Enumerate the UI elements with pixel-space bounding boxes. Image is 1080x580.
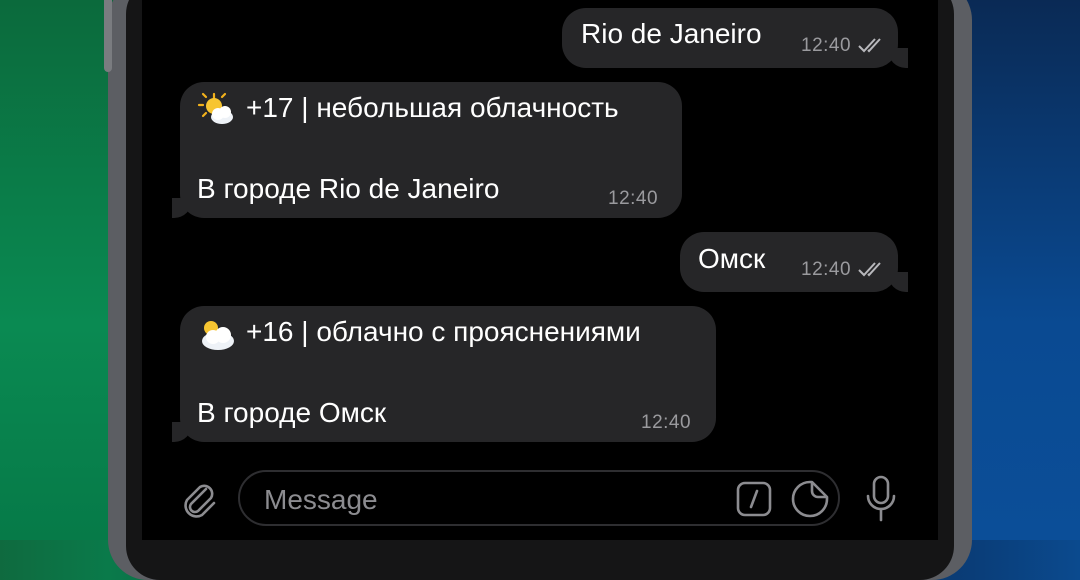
sun-behind-cloud-icon bbox=[197, 92, 233, 124]
sun-behind-large-cloud-icon bbox=[202, 321, 234, 350]
city-line: В городе Rio de Janeiro bbox=[197, 173, 500, 204]
background-right bbox=[960, 0, 1080, 540]
message-time: 12:40 bbox=[801, 259, 852, 280]
city-line: В городе Омск bbox=[197, 397, 387, 428]
weather-summary: +16 | облачно с прояснениями bbox=[246, 316, 641, 347]
background-left bbox=[0, 0, 120, 540]
weather-summary: +17 | небольшая облачность bbox=[246, 92, 619, 123]
message-text: Rio de Janeiro bbox=[581, 18, 762, 49]
message-text: Омск bbox=[698, 243, 766, 274]
message-time: 12:40 bbox=[801, 35, 852, 56]
sticker-icon[interactable] bbox=[790, 479, 830, 519]
bot-command-icon[interactable] bbox=[735, 480, 773, 518]
message-time: 12:40 bbox=[641, 412, 692, 433]
message-placeholder: Message bbox=[264, 484, 378, 515]
read-checks-icon bbox=[858, 38, 881, 53]
paperclip-icon[interactable] bbox=[176, 476, 222, 522]
read-checks-icon bbox=[858, 262, 881, 277]
phone-side-button bbox=[104, 0, 112, 72]
microphone-icon[interactable] bbox=[862, 474, 900, 526]
message-time: 12:40 bbox=[608, 188, 659, 209]
